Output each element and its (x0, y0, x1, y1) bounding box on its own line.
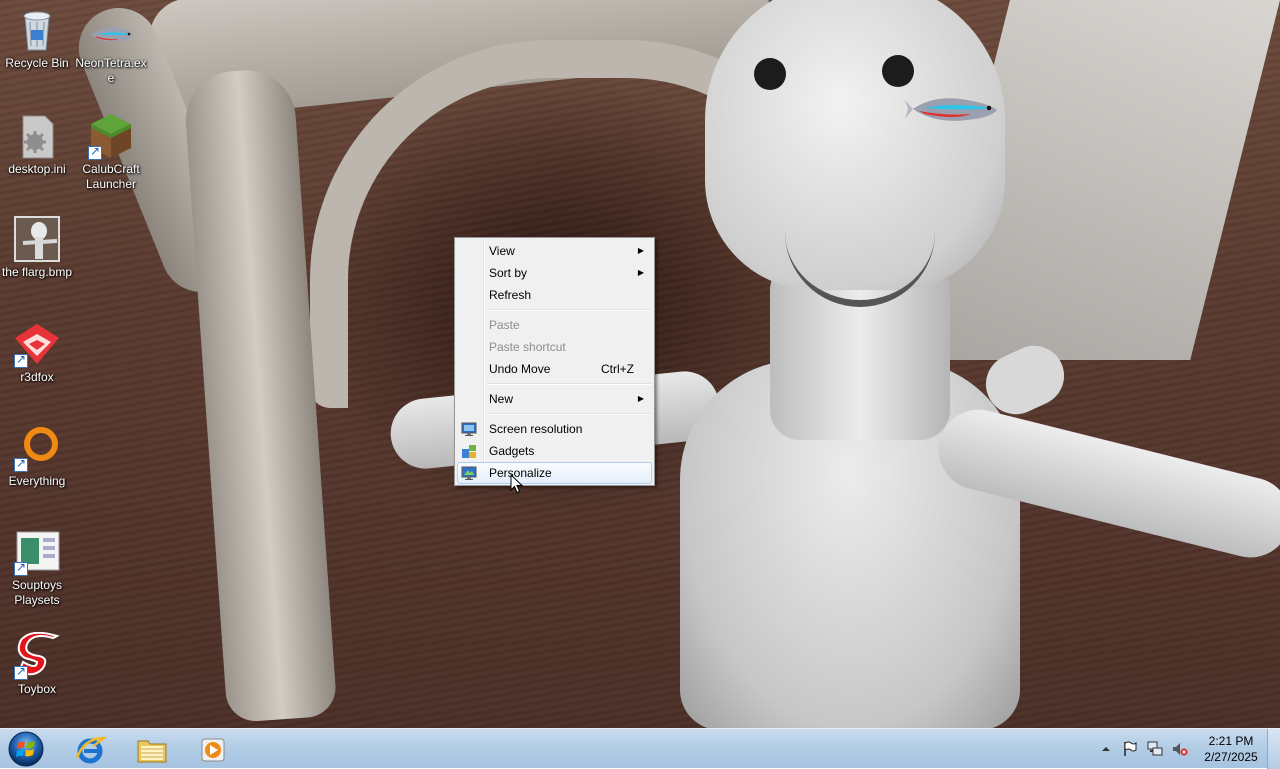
config-file-icon (13, 112, 61, 160)
menu-item-screen-resolution[interactable]: Screen resolution (457, 418, 652, 440)
desktop-icon-desktop-ini[interactable]: desktop.ini (0, 112, 74, 177)
menu-item-sort-by[interactable]: Sort by ▶ (457, 262, 652, 284)
menu-item-refresh[interactable]: Refresh (457, 284, 652, 306)
desktop-icon-label: desktop.ini (8, 162, 66, 176)
folder-icon (137, 740, 167, 763)
start-button-windows-orb-icon[interactable] (6, 730, 46, 768)
desktop-icon-label: NeonTetra.exe (75, 56, 147, 85)
toybox-logo-icon (13, 631, 61, 680)
menu-item-label: Gadgets (489, 444, 535, 458)
desktop-icon-label: the flarg.bmp (1, 265, 73, 279)
souptoys-window-icon (13, 528, 61, 576)
desktop-icon-souptoys-playsets[interactable]: Souptoys Playsets (0, 528, 74, 608)
menu-separator (487, 413, 651, 415)
taskbar: 2:21 PM 2/27/2025 (0, 728, 1280, 769)
menu-item-label: View (489, 244, 515, 258)
desktop-icon-label: Souptoys Playsets (11, 578, 63, 607)
menu-item-label: Paste (489, 318, 520, 332)
desktop-icon-label: r3dfox (20, 370, 54, 384)
menu-item-label: Screen resolution (489, 422, 583, 436)
menu-item-paste-shortcut[interactable]: Paste shortcut (457, 336, 652, 358)
everything-search-icon (13, 424, 61, 472)
shortcut-arrow-icon (14, 456, 28, 472)
image-file-icon (13, 215, 61, 263)
menu-item-personalize[interactable]: Personalize (457, 462, 652, 484)
network-icon[interactable] (1147, 741, 1163, 757)
neon-tetra-icon (87, 16, 135, 54)
screen-resolution-icon (461, 422, 477, 436)
menu-item-label: Sort by (489, 266, 528, 280)
recycle-bin-icon (13, 6, 61, 54)
taskbar-internet-explorer[interactable] (62, 731, 118, 767)
menu-separator (487, 309, 651, 311)
mouse-cursor-icon (510, 474, 524, 494)
show-hidden-icons-arrow-icon[interactable] (1098, 741, 1114, 757)
menu-item-label: Undo Move (489, 362, 551, 376)
r3dfox-browser-icon (13, 320, 61, 368)
desktop-icon-calubcraft-launcher[interactable]: CalubCraft Launcher (74, 112, 148, 192)
desktop-icon-label: Toybox (17, 682, 57, 696)
menu-item-paste[interactable]: Paste (457, 314, 652, 336)
desktop-icon-r3dfox[interactable]: r3dfox (0, 320, 74, 385)
wallpaper-figure-eye (754, 58, 786, 90)
action-center-flag-icon[interactable] (1122, 741, 1138, 757)
neon-tetra-fish-icon[interactable] (905, 92, 1000, 126)
menu-item-view[interactable]: View ▶ (457, 240, 652, 262)
desktop-icon-neontetra[interactable]: NeonTetra.exe (74, 16, 148, 86)
grass-block-icon (87, 112, 135, 160)
shortcut-arrow-icon (14, 352, 28, 368)
shortcut-arrow-icon (14, 664, 28, 680)
submenu-arrow-icon: ▶ (637, 268, 644, 277)
taskbar-windows-explorer[interactable] (124, 731, 180, 767)
internet-explorer-icon (75, 736, 106, 764)
media-player-icon (201, 738, 225, 762)
desktop-icon-toybox[interactable]: Toybox (0, 631, 74, 697)
clock-time: 2:21 PM (1208, 734, 1254, 748)
menu-item-label: Paste shortcut (489, 340, 566, 354)
desktop-icon-recycle-bin[interactable]: Recycle Bin (0, 6, 74, 71)
wallpaper-figure-eye (882, 55, 914, 87)
menu-item-new[interactable]: New ▶ (457, 388, 652, 410)
menu-item-shortcut: Ctrl+Z (601, 362, 634, 376)
shortcut-arrow-icon (14, 560, 28, 576)
desktop-context-menu: View ▶ Sort by ▶ Refresh Paste Paste sho… (454, 237, 655, 486)
menu-separator (487, 383, 651, 385)
desktop-icon-the-flarg[interactable]: the flarg.bmp (0, 215, 74, 280)
menu-item-gadgets[interactable]: Gadgets (457, 440, 652, 462)
desktop-icon-label: CalubCraft Launcher (82, 162, 140, 191)
clock-date: 2/27/2025 (1204, 750, 1258, 764)
gadgets-icon (462, 445, 476, 458)
submenu-arrow-icon: ▶ (637, 246, 644, 255)
menu-item-label: New (489, 392, 514, 406)
shortcut-arrow-icon (88, 144, 102, 160)
volume-muted-icon[interactable] (1172, 741, 1188, 757)
desktop-icon-everything[interactable]: Everything (0, 424, 74, 489)
taskbar-clock[interactable]: 2:21 PM 2/27/2025 (1196, 733, 1266, 765)
show-desktop-button[interactable] (1267, 729, 1280, 769)
personalize-icon (461, 466, 477, 480)
desktop-icon-label: Everything (8, 474, 66, 488)
submenu-arrow-icon: ▶ (637, 394, 644, 403)
desktop-icon-label: Recycle Bin (5, 56, 69, 70)
taskbar-media-player[interactable] (186, 731, 242, 767)
menu-item-label: Refresh (489, 288, 532, 302)
menu-item-undo-move[interactable]: Undo Move Ctrl+Z (457, 358, 652, 380)
